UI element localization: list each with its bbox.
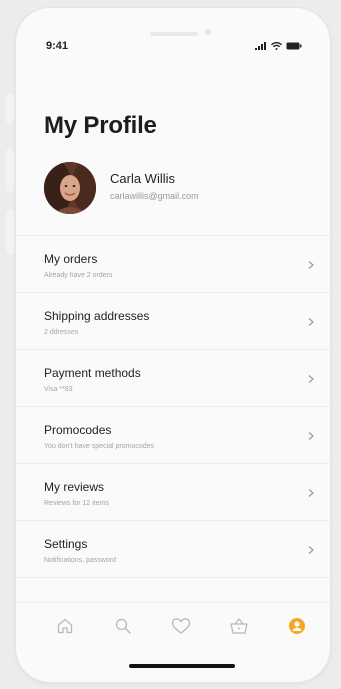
tab-cart[interactable] xyxy=(228,615,250,637)
avatar[interactable] xyxy=(44,162,96,214)
avatar-photo xyxy=(44,162,96,214)
user-name: Carla Willis xyxy=(110,171,175,186)
phone-frame: 9:41 My Profile Carla Willis carlawillis… xyxy=(16,8,330,682)
profile-icon xyxy=(289,618,305,634)
page-title: My Profile xyxy=(44,112,157,139)
speaker-grille xyxy=(150,32,198,36)
status-bar: 9:41 xyxy=(16,38,330,58)
tab-search[interactable] xyxy=(112,615,134,637)
home-icon xyxy=(57,618,73,634)
menu-item-settings[interactable]: Settings Notifications, password xyxy=(16,521,330,578)
side-button-mute xyxy=(6,94,14,124)
menu-item-my-orders[interactable]: My orders Already have 2 orders xyxy=(16,236,330,293)
tab-profile[interactable] xyxy=(286,615,308,637)
menu-item-payment-methods[interactable]: Payment methods Visa **83 xyxy=(16,350,330,407)
tab-home[interactable] xyxy=(54,615,76,637)
chevron-right-icon xyxy=(308,318,314,326)
side-button-volume-down xyxy=(6,210,14,254)
menu-item-shipping-addresses[interactable]: Shipping addresses 2 ddresses xyxy=(16,293,330,350)
chevron-right-icon xyxy=(308,432,314,440)
chevron-right-icon xyxy=(308,546,314,554)
menu-item-title: My reviews xyxy=(44,480,105,494)
menu-item-title: Payment methods xyxy=(44,366,141,380)
menu-item-promocodes[interactable]: Promocodes You don't have special promoc… xyxy=(16,407,330,464)
status-time: 9:41 xyxy=(46,40,69,52)
signal-icon xyxy=(255,42,266,50)
heart-icon xyxy=(171,618,191,634)
tab-bar xyxy=(16,602,330,647)
tab-favorites[interactable] xyxy=(170,615,192,637)
menu-item-title: My orders xyxy=(44,252,98,266)
chevron-right-icon xyxy=(308,489,314,497)
menu-item-title: Settings xyxy=(44,537,88,551)
chevron-right-icon xyxy=(308,375,314,383)
menu-item-subtitle: Reviews for 12 items xyxy=(44,500,109,507)
search-icon xyxy=(115,618,131,634)
basket-icon xyxy=(230,617,248,634)
menu-item-title: Promocodes xyxy=(44,423,112,437)
wifi-icon xyxy=(271,42,282,50)
menu-item-subtitle: 2 ddresses xyxy=(44,329,79,336)
menu-item-subtitle: Notifications, password xyxy=(44,557,116,564)
user-email: carlawillis@gmail.com xyxy=(110,191,199,201)
status-icons xyxy=(255,42,302,50)
profile-menu: My orders Already have 2 orders Shipping… xyxy=(16,235,330,578)
menu-item-my-reviews[interactable]: My reviews Reviews for 12 items xyxy=(16,464,330,521)
chevron-right-icon xyxy=(308,261,314,269)
menu-item-subtitle: Visa **83 xyxy=(44,386,73,393)
menu-item-subtitle: You don't have special promocodes xyxy=(44,443,155,450)
battery-icon xyxy=(286,42,302,50)
front-camera xyxy=(205,29,211,35)
home-indicator xyxy=(129,664,235,668)
screen: 9:41 My Profile Carla Willis carlawillis… xyxy=(0,0,341,689)
side-button-volume-up xyxy=(6,148,14,192)
menu-item-subtitle: Already have 2 orders xyxy=(44,272,113,279)
menu-item-title: Shipping addresses xyxy=(44,309,150,323)
